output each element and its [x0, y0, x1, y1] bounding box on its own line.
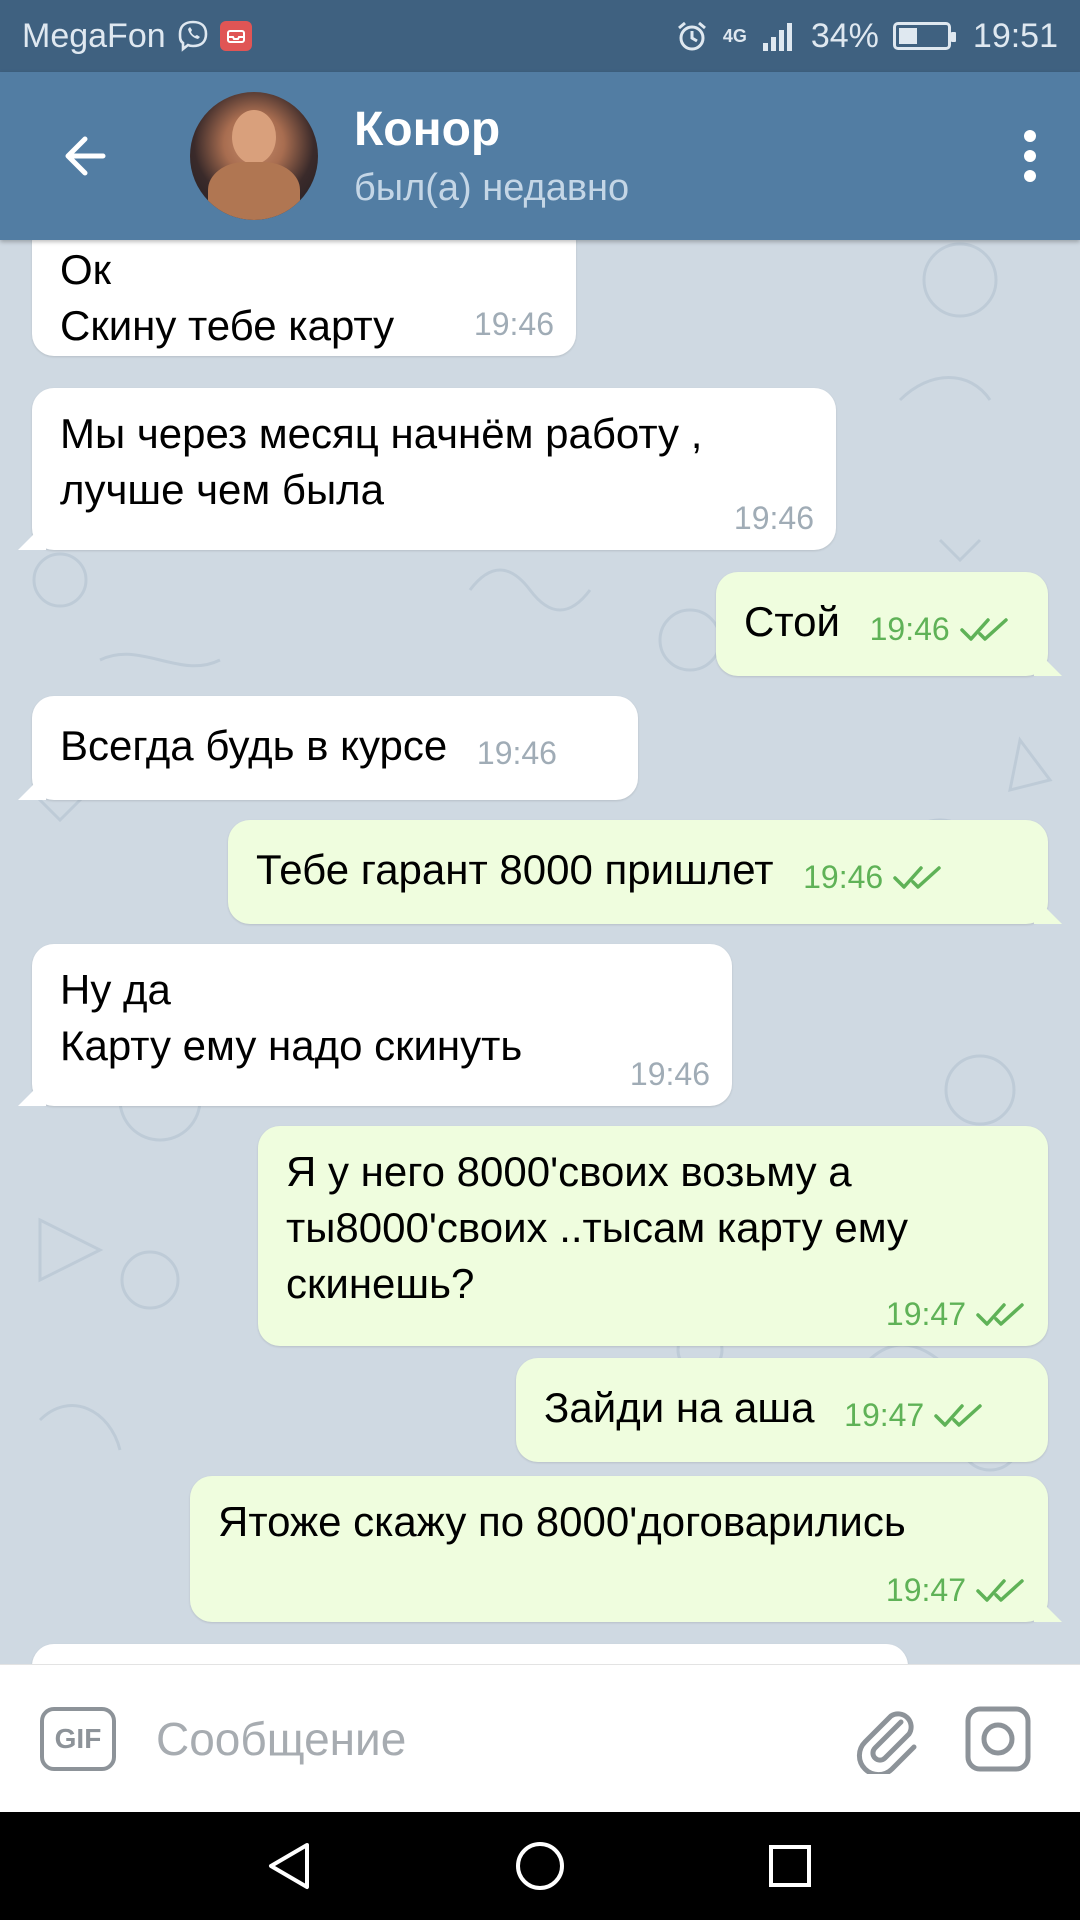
message-time: 19:47: [885, 1296, 966, 1332]
network-type: 4G: [722, 26, 747, 46]
battery-fill: [898, 28, 917, 44]
message-meta: 19:46: [803, 849, 943, 905]
message-time: 19:46: [733, 500, 814, 536]
message-bubble-outgoing[interactable]: Ятоже скажу по 8000'договарились 19:47: [190, 1476, 1048, 1622]
status-right: 4G 34% 19:51: [675, 17, 1058, 56]
attach-button[interactable]: [844, 1697, 928, 1781]
message-bubble-incoming[interactable]: Ну да Карту ему надо скинуть 19:46: [32, 944, 732, 1106]
message-text: Ну да Карту ему надо скинуть: [60, 966, 523, 1069]
message-text: Стой: [744, 598, 840, 645]
message-meta: 19:46: [474, 306, 554, 342]
contact-info[interactable]: Конор был(а) недавно: [354, 102, 629, 210]
message-time: 19:47: [885, 1572, 966, 1608]
arrow-left-icon: [65, 136, 106, 176]
more-menu-button[interactable]: [980, 72, 1080, 240]
double-check-icon: [959, 618, 1008, 641]
message-text: Зайди на аша: [544, 1384, 815, 1431]
system-nav-bar: [0, 1812, 1080, 1920]
back-button[interactable]: [0, 72, 170, 240]
signal-icon: [762, 23, 792, 51]
message-time: 19:47: [844, 1397, 925, 1433]
carrier-name: MegaFon: [22, 16, 166, 55]
message-meta: 19:46: [477, 725, 557, 781]
triangle-back-icon: [269, 1843, 309, 1889]
message-bubble-incoming[interactable]: Мы через месяц начнём работу , лучше чем…: [32, 388, 836, 550]
message-meta: 19:47: [886, 1572, 1026, 1608]
message-time: 19:46: [803, 859, 884, 895]
message-text: Ятоже скажу по 8000'договарились: [218, 1498, 906, 1545]
message-text: Мы через месяц начнём работу , лучше чем…: [60, 410, 703, 513]
circle-home-icon: [516, 1842, 564, 1890]
nav-home-button[interactable]: [500, 1826, 580, 1906]
nav-recent-button[interactable]: [750, 1826, 830, 1906]
message-bubble-outgoing[interactable]: Тебе гарант 8000 пришлет 19:46: [228, 820, 1048, 924]
message-bubble-incoming-partial[interactable]: [32, 1644, 908, 1664]
avatar[interactable]: [190, 92, 318, 220]
message-time: 19:46: [869, 611, 950, 647]
message-bubble-incoming[interactable]: Всегда будь в курсе 19:46: [32, 696, 638, 800]
battery-icon: [892, 22, 956, 50]
status-left: MegaFon: [22, 17, 252, 56]
status-bar: MegaFon 4G 34% 19:51: [0, 0, 1080, 72]
message-text: Всегда будь в курсе: [60, 722, 448, 769]
battery-percent: 34%: [810, 16, 879, 55]
double-check-icon: [893, 866, 941, 889]
chat-header: Конор был(а) недавно: [0, 72, 1080, 240]
contact-status: был(а) недавно: [354, 167, 630, 209]
message-time: 19:46: [473, 306, 554, 342]
message-time: 19:46: [629, 1056, 710, 1092]
message-bubble-incoming[interactable]: Ок Скину тебе карту 19:46: [32, 240, 576, 356]
message-time: 19:46: [476, 735, 557, 771]
chat-area[interactable]: Ок Скину тебе карту 19:46 Мы через месяц…: [0, 240, 1080, 1664]
camera-icon: [965, 1706, 1031, 1771]
nav-back-button[interactable]: [250, 1826, 330, 1906]
message-meta: 19:46: [870, 601, 1010, 657]
alarm-icon: [677, 21, 706, 51]
notification-badge-icon: [219, 21, 252, 51]
contact-name: Конор: [354, 103, 501, 156]
gif-label: GIF: [54, 1722, 102, 1754]
message-meta: 19:46: [630, 1056, 710, 1092]
camera-button[interactable]: [956, 1697, 1040, 1781]
message-meta: 19:47: [844, 1387, 984, 1443]
square-recent-icon: [769, 1845, 811, 1887]
clock: 19:51: [972, 16, 1058, 55]
double-check-icon: [976, 1303, 1024, 1326]
viber-icon: [178, 20, 207, 52]
gif-button[interactable]: GIF: [40, 1706, 116, 1771]
message-text: Тебе гарант 8000 пришлет: [256, 846, 774, 893]
more-vertical-icon: [1024, 130, 1036, 182]
double-check-icon: [976, 1579, 1024, 1602]
paperclip-icon: [856, 1710, 917, 1774]
message-input[interactable]: [156, 1711, 816, 1766]
composer-bar: GIF: [0, 1664, 1080, 1812]
double-check-icon: [934, 1404, 982, 1427]
message-meta: 19:46: [734, 500, 814, 536]
message-text: Я у него 8000'своих возьму а ты8000'свои…: [286, 1148, 909, 1307]
message-bubble-outgoing[interactable]: Стой 19:46: [716, 572, 1048, 676]
message-bubble-outgoing[interactable]: Зайди на аша 19:47: [516, 1358, 1048, 1462]
message-bubble-outgoing[interactable]: Я у него 8000'своих возьму а ты8000'свои…: [258, 1126, 1048, 1346]
message-meta: 19:47: [886, 1296, 1026, 1332]
